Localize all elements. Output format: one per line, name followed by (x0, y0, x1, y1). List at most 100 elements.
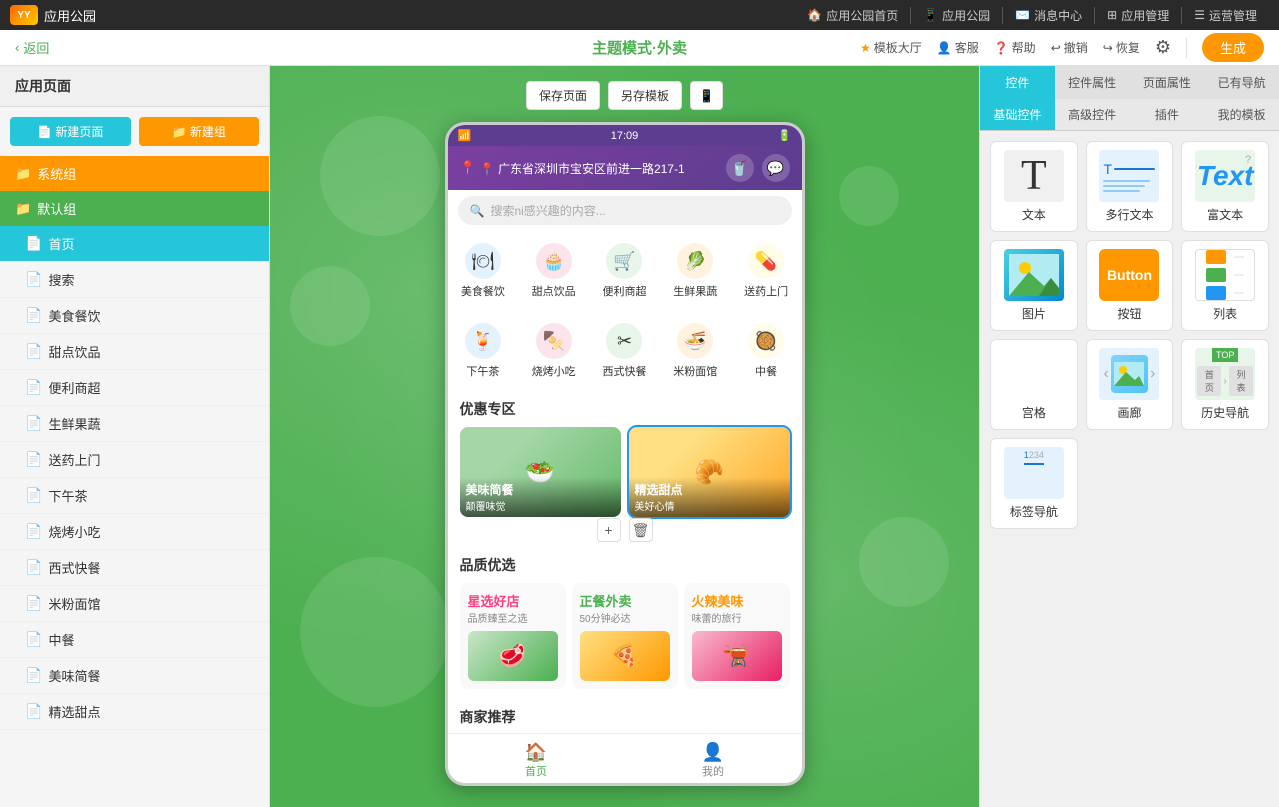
phone-search-bar[interactable]: 🔍 搜索ni感兴趣的内容... (458, 196, 792, 225)
component-tabs[interactable]: 1 2 3 4 标签导航 (990, 438, 1078, 529)
nav-link-msg[interactable]: ✉️ 消息中心 (1003, 7, 1095, 24)
component-multitext[interactable]: T 多行文本 (1086, 141, 1174, 232)
tab-control-props[interactable]: 控件属性 (1055, 66, 1130, 99)
sidebar-item-dessert[interactable]: 📄 甜点饮品 (0, 334, 269, 370)
sidebar-item-western[interactable]: 📄 西式快餐 (0, 550, 269, 586)
component-button[interactable]: Button 按钮 (1086, 240, 1174, 331)
cat-item-bbq[interactable]: 🍢 烧烤小吃 (518, 319, 589, 383)
sidebar-group-default[interactable]: 📁 默认组 (0, 191, 269, 226)
back-button[interactable]: ‹ 返回 (15, 38, 49, 57)
sidebar-item-search[interactable]: 📄 搜索 (0, 262, 269, 298)
component-image[interactable]: 图片 (990, 240, 1078, 331)
quality-item-3[interactable]: 火辣美味 味蕾的旅行 🫕 (684, 583, 790, 689)
nav-link-home[interactable]: 🏠 应用公园首页 (795, 7, 911, 24)
comp-tab-basic[interactable]: 基础控件 (980, 99, 1055, 130)
save-page-button[interactable]: 保存页面 (526, 81, 600, 110)
cat-item-noodles[interactable]: 🍜 米粉面馆 (660, 319, 731, 383)
bottom-nav-home[interactable]: 🏠 首页 (448, 742, 625, 779)
menu-icon: ☰ (1194, 8, 1205, 22)
quality-item-1[interactable]: 星选好店 品质臻至之选 🥩 (460, 583, 566, 689)
promo-actions: + 🗑 (597, 518, 653, 542)
component-list[interactable]: 列表 (1181, 240, 1269, 331)
cat-item-convenience[interactable]: 🛒 便利商超 (589, 239, 660, 303)
page-icon-6: 📄 (25, 415, 42, 432)
cat-item-chinese[interactable]: 🥘 中餐 (731, 319, 802, 383)
phone-status-bar: 📶 17:09 🔋 (448, 125, 802, 146)
component-history[interactable]: TOP 首页 › 列表 历史导航 (1181, 339, 1269, 430)
mobile-preview-button[interactable]: 📱 (690, 81, 723, 110)
cat-item-western[interactable]: ✂ 西式快餐 (589, 319, 660, 383)
delete-promo-btn[interactable]: 🗑 (629, 518, 653, 542)
component-text[interactable]: T 文本 (990, 141, 1078, 232)
tab-controls[interactable]: 控件 (980, 66, 1055, 99)
template-hall-btn[interactable]: ★ 模板大厅 (860, 39, 922, 56)
sidebar-item-food[interactable]: 📄 美食餐饮 (0, 298, 269, 334)
tab-navigation[interactable]: 已有导航 (1204, 66, 1279, 99)
drink-icon[interactable]: 🥤 (726, 154, 754, 182)
comp-tab-plugin[interactable]: 插件 (1130, 99, 1205, 130)
sidebar-item-homepage[interactable]: 📄 首页 (0, 226, 269, 262)
sidebar-item-chinese[interactable]: 📄 中餐 (0, 622, 269, 658)
phone-mockup: 📶 17:09 🔋 📍 📍 广东省深圳市宝安区前进一路217-1 🥤 💬 🔍 搜… (445, 122, 805, 786)
sidebar-item-sweet[interactable]: 📄 精选甜点 (0, 694, 269, 730)
customer-service-btn[interactable]: 👤 客服 (937, 39, 979, 56)
phone-categories-row1: 🍽 美食餐饮 🧁 甜点饮品 🛒 便利商超 🥬 生鲜果蔬 💊 送药上 (448, 231, 802, 311)
cat-item-dessert[interactable]: 🧁 甜点饮品 (518, 239, 589, 303)
left-sidebar: 应用页面 📄 新建页面 📁 新建组 📁 系统组 📁 默认组 📄 首页 📄 搜索 (0, 66, 270, 807)
help-btn[interactable]: ❓ 帮助 (994, 39, 1036, 56)
phone-time: 17:09 (611, 130, 639, 142)
page-icon-5: 📄 (25, 379, 42, 396)
sidebar-group-system[interactable]: 📁 系统组 (0, 156, 269, 191)
add-promo-btn[interactable]: + (597, 518, 621, 542)
promo-grid: 🥗 美味简餐 颠覆味觉 🥐 精选甜点 美好心情 (460, 427, 790, 517)
folder-icon: 📁 (15, 166, 31, 182)
right-panel-tabs: 控件 控件属性 页面属性 已有导航 (980, 66, 1279, 99)
home-icon: 🏠 (807, 8, 822, 22)
quality-item-2[interactable]: 正餐外卖 50分钟必达 🍕 (572, 583, 678, 689)
comp-tab-my-template[interactable]: 我的模板 (1204, 99, 1279, 130)
save-template-button[interactable]: 另存模板 (608, 81, 682, 110)
tab-page-props[interactable]: 页面属性 (1130, 66, 1205, 99)
promo-item-2[interactable]: 🥐 精选甜点 美好心情 (629, 427, 790, 517)
promo-item-1[interactable]: 🥗 美味简餐 颠覆味觉 (460, 427, 621, 517)
grid-component-icon (1004, 348, 1064, 400)
cat-item-fresh[interactable]: 🥬 生鲜果蔬 (660, 239, 731, 303)
logo-text: 应用公园 (44, 6, 96, 25)
component-richtext[interactable]: Text ? 富文本 (1181, 141, 1269, 232)
location-icon: 📍 (460, 160, 476, 176)
nav-link-app[interactable]: 📱 应用公园 (911, 7, 1003, 24)
sidebar-item-bbq[interactable]: 📄 烧烤小吃 (0, 514, 269, 550)
new-page-button[interactable]: 📄 新建页面 (10, 117, 131, 146)
component-grid[interactable]: 宫格 (990, 339, 1078, 430)
cat-item-medicine[interactable]: 💊 送药上门 (731, 239, 802, 303)
cat-icon-chinese: 🥘 (748, 323, 784, 359)
sidebar-header: 应用页面 (0, 66, 269, 107)
chat-icon[interactable]: 💬 (762, 154, 790, 182)
generate-button[interactable]: 生成 (1202, 33, 1264, 62)
chevron-left-icon: ‹ (15, 40, 19, 55)
undo-btn[interactable]: ↩ 撤销 (1051, 39, 1088, 56)
center-area: 保存页面 另存模板 📱 📶 17:09 🔋 📍 📍 广东省深圳市宝安区前进一路2… (270, 66, 979, 807)
new-group-button[interactable]: 📁 新建组 (139, 117, 260, 146)
cat-icon-dessert: 🧁 (536, 243, 572, 279)
sidebar-item-convenience[interactable]: 📄 便利商超 (0, 370, 269, 406)
sidebar-item-fresh[interactable]: 📄 生鲜果蔬 (0, 406, 269, 442)
multitext-component-icon: T (1099, 150, 1159, 202)
settings-btn[interactable]: ⚙ (1155, 37, 1171, 58)
sidebar-item-afternoon-tea[interactable]: 📄 下午茶 (0, 478, 269, 514)
profile-nav-icon: 👤 (625, 742, 802, 763)
cat-item-food[interactable]: 🍽 美食餐饮 (448, 239, 519, 303)
redo-btn[interactable]: ↪ 恢复 (1103, 39, 1140, 56)
nav-link-manage[interactable]: ⊞ 应用管理 (1095, 7, 1182, 24)
deco-circle-5 (839, 166, 899, 226)
cat-item-tea[interactable]: 🍹 下午茶 (448, 319, 519, 383)
cat-icon-convenience: 🛒 (606, 243, 642, 279)
sidebar-item-medicine[interactable]: 📄 送药上门 (0, 442, 269, 478)
sidebar-item-noodles[interactable]: 📄 米粉面馆 (0, 586, 269, 622)
bottom-nav-profile[interactable]: 👤 我的 (625, 742, 802, 779)
nav-link-ops[interactable]: ☰ 运营管理 (1182, 7, 1269, 24)
comp-tab-advanced[interactable]: 高级控件 (1055, 99, 1130, 130)
sidebar-items: 📁 系统组 📁 默认组 📄 首页 📄 搜索 📄 美食餐饮 📄 甜点饮品 (0, 156, 269, 807)
sidebar-item-simple-meal[interactable]: 📄 美味简餐 (0, 658, 269, 694)
component-gallery[interactable]: ‹ › 画廊 (1086, 339, 1174, 430)
